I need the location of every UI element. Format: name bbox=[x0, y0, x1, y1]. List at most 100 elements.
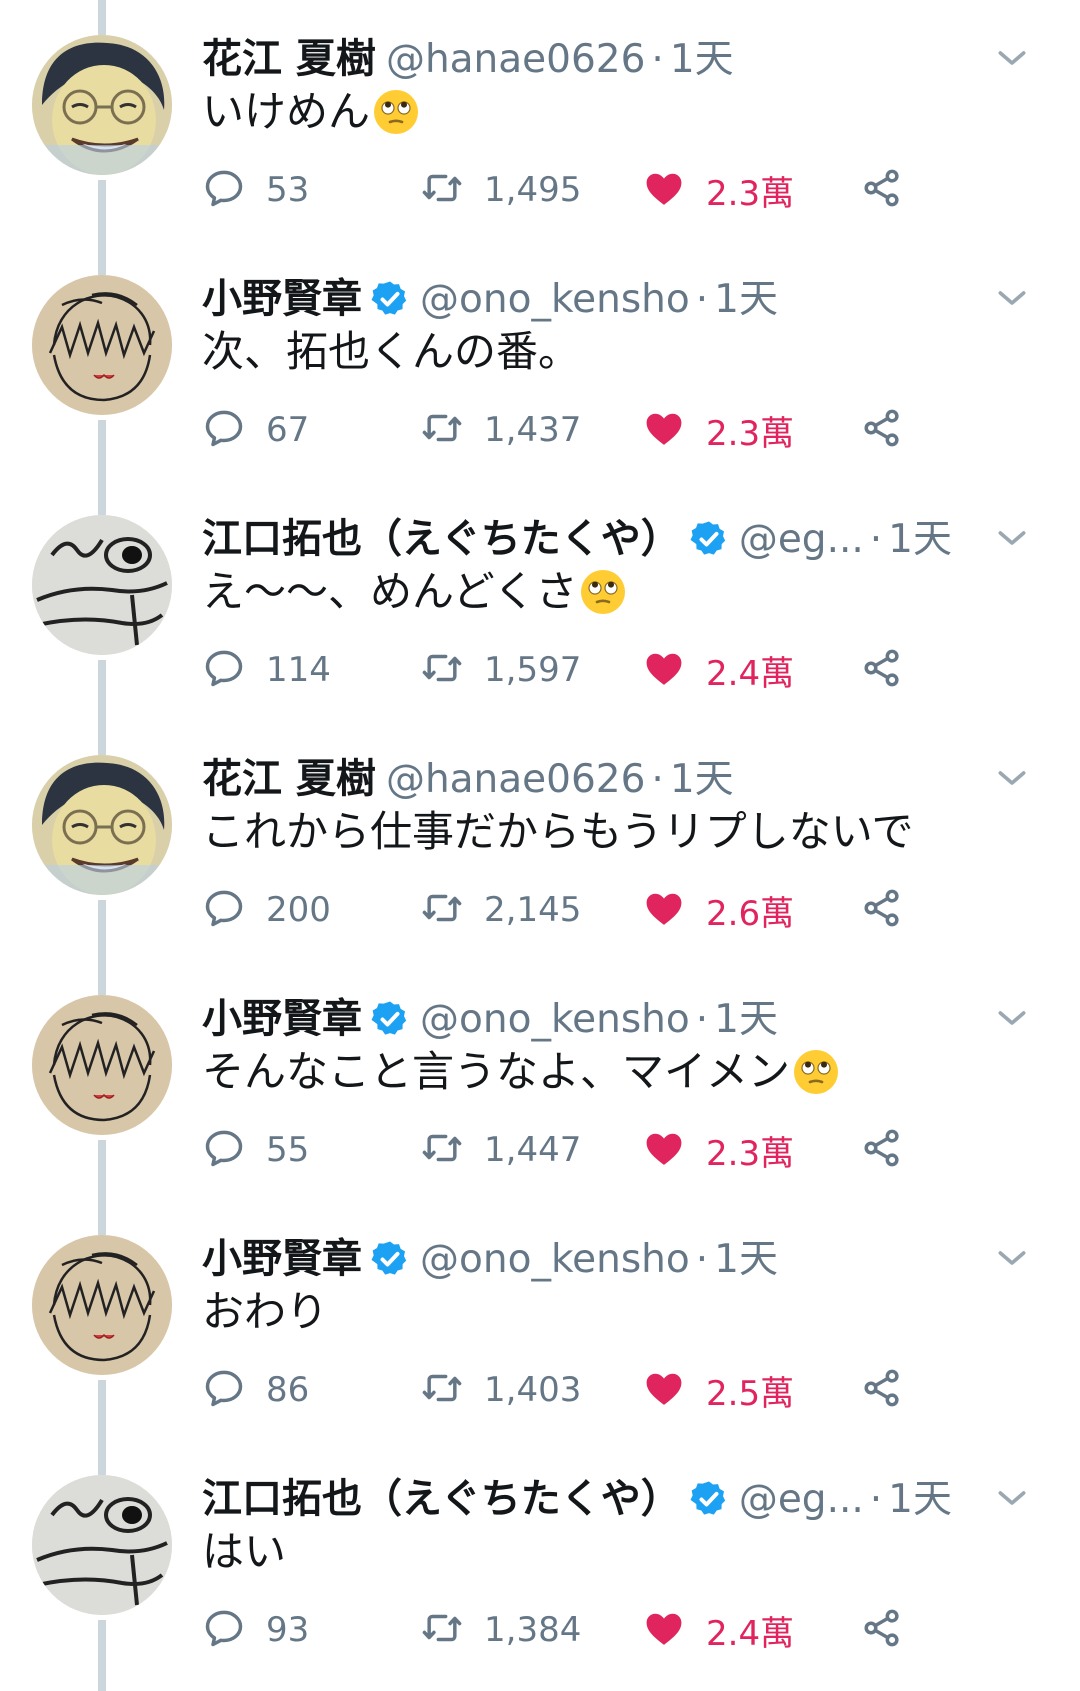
chevron-down-icon[interactable] bbox=[992, 998, 1032, 1038]
reply-button[interactable]: 93 bbox=[202, 1600, 309, 1660]
like-button[interactable]: 2.3萬 bbox=[642, 160, 794, 220]
tweet[interactable]: 江口拓也（えぐちたくや） @eg... · 1天 え〜〜、めんどくさ 114 1… bbox=[0, 480, 1080, 719]
filled-heart-icon bbox=[642, 406, 686, 454]
display-name[interactable]: 小野賢章 bbox=[202, 266, 362, 324]
tweet[interactable]: 江口拓也（えぐちたくや） @eg... · 1天 はい 93 1,384 2.4… bbox=[0, 1440, 1080, 1679]
reply-button[interactable]: 86 bbox=[202, 1360, 309, 1420]
hanae-avatar[interactable] bbox=[32, 755, 172, 895]
eguchi-avatar[interactable] bbox=[32, 1475, 172, 1615]
chevron-down-icon[interactable] bbox=[992, 1238, 1032, 1278]
share-button[interactable] bbox=[860, 640, 904, 700]
timestamp[interactable]: 1天 bbox=[888, 1468, 952, 1524]
timestamp[interactable]: 1天 bbox=[714, 268, 778, 324]
speech-bubble-icon bbox=[202, 166, 246, 214]
share-button[interactable] bbox=[860, 1600, 904, 1660]
tweet[interactable]: 小野賢章 @ono_kensho · 1天 おわり 86 1,403 2.5萬 bbox=[0, 1200, 1080, 1439]
like-button[interactable]: 2.3萬 bbox=[642, 1120, 794, 1180]
reply-button[interactable]: 55 bbox=[202, 1120, 309, 1180]
retweet-count: 1,403 bbox=[484, 1370, 582, 1410]
retweet-count: 2,145 bbox=[484, 890, 582, 930]
user-handle[interactable]: @hanae0626 bbox=[386, 37, 645, 82]
ono-avatar[interactable] bbox=[32, 1235, 172, 1375]
verified-badge-icon bbox=[370, 999, 410, 1039]
display-name[interactable]: 小野賢章 bbox=[202, 986, 362, 1044]
like-button[interactable]: 2.3萬 bbox=[642, 400, 794, 460]
like-count: 2.6萬 bbox=[706, 893, 795, 934]
tweet-text-content: これから仕事だからもうリプしないで bbox=[202, 807, 914, 856]
retweet-button[interactable]: 1,495 bbox=[420, 160, 581, 220]
retweet-button[interactable]: 1,384 bbox=[420, 1600, 581, 1660]
reply-button[interactable]: 53 bbox=[202, 160, 309, 220]
separator: · bbox=[695, 277, 709, 322]
user-handle[interactable]: @eg... bbox=[739, 1477, 864, 1522]
like-button[interactable]: 2.4萬 bbox=[642, 640, 794, 700]
retweet-arrows-icon bbox=[420, 1366, 464, 1414]
chevron-down-icon[interactable] bbox=[992, 518, 1032, 558]
reply-button[interactable]: 67 bbox=[202, 400, 309, 460]
tweet-actions: 114 1,597 2.4萬 bbox=[202, 640, 922, 700]
retweet-button[interactable]: 1,437 bbox=[420, 400, 581, 460]
timestamp[interactable]: 1天 bbox=[888, 508, 952, 564]
share-button[interactable] bbox=[860, 400, 904, 460]
display-name[interactable]: 花江 夏樹 bbox=[202, 746, 376, 804]
display-name[interactable]: 江口拓也（えぐちたくや） bbox=[202, 506, 681, 564]
tweet-actions: 55 1,447 2.3萬 bbox=[202, 1120, 922, 1180]
like-button[interactable]: 2.6萬 bbox=[642, 880, 794, 940]
tweet[interactable]: 小野賢章 @ono_kensho · 1天 そんなこと言うなよ、マイメン 55 bbox=[0, 960, 1080, 1199]
hanae-avatar[interactable] bbox=[32, 35, 172, 175]
tweet[interactable]: 花江 夏樹 @hanae0626 · 1天 これから仕事だからもうリプしないで … bbox=[0, 720, 1080, 959]
share-nodes-icon bbox=[860, 1606, 904, 1654]
chevron-down-icon[interactable] bbox=[992, 278, 1032, 318]
share-button[interactable] bbox=[860, 1120, 904, 1180]
user-handle[interactable]: @hanae0626 bbox=[386, 757, 645, 802]
user-handle[interactable]: @ono_kensho bbox=[420, 997, 690, 1042]
share-button[interactable] bbox=[860, 880, 904, 940]
like-button[interactable]: 2.5萬 bbox=[642, 1360, 794, 1420]
tweet[interactable]: 花江 夏樹 @hanae0626 · 1天 いけめん 53 1,495 2.3萬 bbox=[0, 0, 1080, 239]
separator: · bbox=[695, 997, 709, 1042]
share-button[interactable] bbox=[860, 1360, 904, 1420]
tweet-text-content: え〜〜、めんどくさ bbox=[202, 567, 578, 616]
user-handle[interactable]: @eg... bbox=[739, 517, 864, 562]
display-name[interactable]: 小野賢章 bbox=[202, 1226, 362, 1284]
chevron-down-icon[interactable] bbox=[992, 758, 1032, 798]
tweet-actions: 200 2,145 2.6萬 bbox=[202, 880, 922, 940]
eguchi-avatar[interactable] bbox=[32, 515, 172, 655]
timestamp[interactable]: 1天 bbox=[714, 1228, 778, 1284]
like-count: 2.3萬 bbox=[706, 413, 795, 454]
reply-button[interactable]: 114 bbox=[202, 640, 331, 700]
chevron-down-icon[interactable] bbox=[992, 38, 1032, 78]
tweet-text: これから仕事だからもうリプしないで bbox=[202, 804, 970, 860]
timestamp[interactable]: 1天 bbox=[670, 28, 734, 84]
user-handle[interactable]: @ono_kensho bbox=[420, 277, 690, 322]
retweet-button[interactable]: 1,447 bbox=[420, 1120, 581, 1180]
tweet-text: 次、拓也くんの番。 bbox=[202, 324, 970, 380]
reply-count: 114 bbox=[266, 650, 331, 690]
retweet-button[interactable]: 1,403 bbox=[420, 1360, 581, 1420]
tweet[interactable]: 小野賢章 @ono_kensho · 1天 次、拓也くんの番。 67 1,437… bbox=[0, 240, 1080, 479]
retweet-count: 1,495 bbox=[484, 170, 582, 210]
filled-heart-icon bbox=[642, 1606, 686, 1654]
retweet-button[interactable]: 2,145 bbox=[420, 880, 581, 940]
timestamp[interactable]: 1天 bbox=[670, 748, 734, 804]
retweet-count: 1,437 bbox=[484, 410, 582, 450]
user-handle[interactable]: @ono_kensho bbox=[420, 1237, 690, 1282]
share-nodes-icon bbox=[860, 406, 904, 454]
tweet-text: はい bbox=[202, 1524, 970, 1580]
retweet-button[interactable]: 1,597 bbox=[420, 640, 581, 700]
ono-avatar[interactable] bbox=[32, 275, 172, 415]
retweet-arrows-icon bbox=[420, 1126, 464, 1174]
ono-avatar[interactable] bbox=[32, 995, 172, 1135]
share-nodes-icon bbox=[860, 1366, 904, 1414]
display-name[interactable]: 江口拓也（えぐちたくや） bbox=[202, 1466, 681, 1524]
timestamp[interactable]: 1天 bbox=[714, 988, 778, 1044]
separator: · bbox=[869, 517, 883, 562]
reply-button[interactable]: 200 bbox=[202, 880, 331, 940]
share-nodes-icon bbox=[860, 886, 904, 934]
reply-count: 200 bbox=[266, 890, 331, 930]
like-count: 2.5萬 bbox=[706, 1373, 795, 1414]
display-name[interactable]: 花江 夏樹 bbox=[202, 26, 376, 84]
like-button[interactable]: 2.4萬 bbox=[642, 1600, 794, 1660]
share-button[interactable] bbox=[860, 160, 904, 220]
chevron-down-icon[interactable] bbox=[992, 1478, 1032, 1518]
